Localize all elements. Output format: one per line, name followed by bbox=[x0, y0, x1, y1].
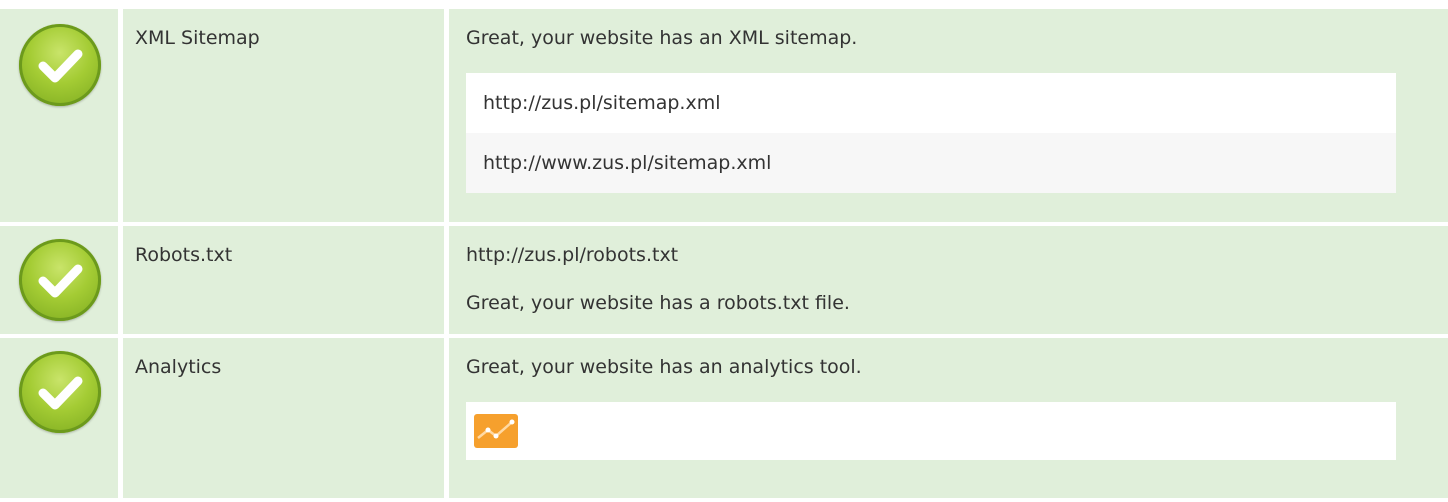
robots-url[interactable]: http://zus.pl/robots.txt bbox=[466, 242, 1396, 268]
analytics-tools-list bbox=[466, 402, 1396, 460]
status-cell bbox=[0, 9, 118, 222]
row-description: Great, your website has an analytics too… bbox=[466, 356, 862, 378]
analytics-tool-item bbox=[466, 402, 1396, 460]
row-label: Analytics bbox=[123, 338, 444, 498]
result-row-robots-txt: Robots.txt http://zus.pl/robots.txt Grea… bbox=[0, 226, 1448, 334]
seo-results-table: XML Sitemap Great, your website has an X… bbox=[0, 9, 1448, 502]
row-details: http://zus.pl/robots.txt Great, your web… bbox=[449, 226, 1448, 334]
sitemap-link[interactable]: http://www.zus.pl/sitemap.xml bbox=[466, 133, 1396, 193]
check-circle-icon bbox=[19, 239, 101, 321]
row-label: Robots.txt bbox=[123, 226, 444, 334]
status-cell bbox=[0, 226, 118, 334]
result-row-xml-sitemap: XML Sitemap Great, your website has an X… bbox=[0, 9, 1448, 222]
row-details: Great, your website has an XML sitemap. … bbox=[449, 9, 1448, 222]
row-description: Great, your website has a robots.txt fil… bbox=[466, 292, 850, 314]
sitemap-list: http://zus.pl/sitemap.xml http://www.zus… bbox=[466, 73, 1396, 193]
row-description: Great, your website has an XML sitemap. bbox=[466, 27, 858, 49]
status-cell bbox=[0, 338, 118, 498]
result-row-analytics: Analytics Great, your website has an ana… bbox=[0, 338, 1448, 498]
sitemap-link[interactable]: http://zus.pl/sitemap.xml bbox=[466, 73, 1396, 133]
row-details: Great, your website has an analytics too… bbox=[449, 338, 1448, 498]
check-circle-icon bbox=[19, 24, 101, 106]
check-circle-icon bbox=[19, 351, 101, 433]
google-analytics-icon bbox=[474, 414, 518, 448]
row-label: XML Sitemap bbox=[123, 9, 444, 222]
